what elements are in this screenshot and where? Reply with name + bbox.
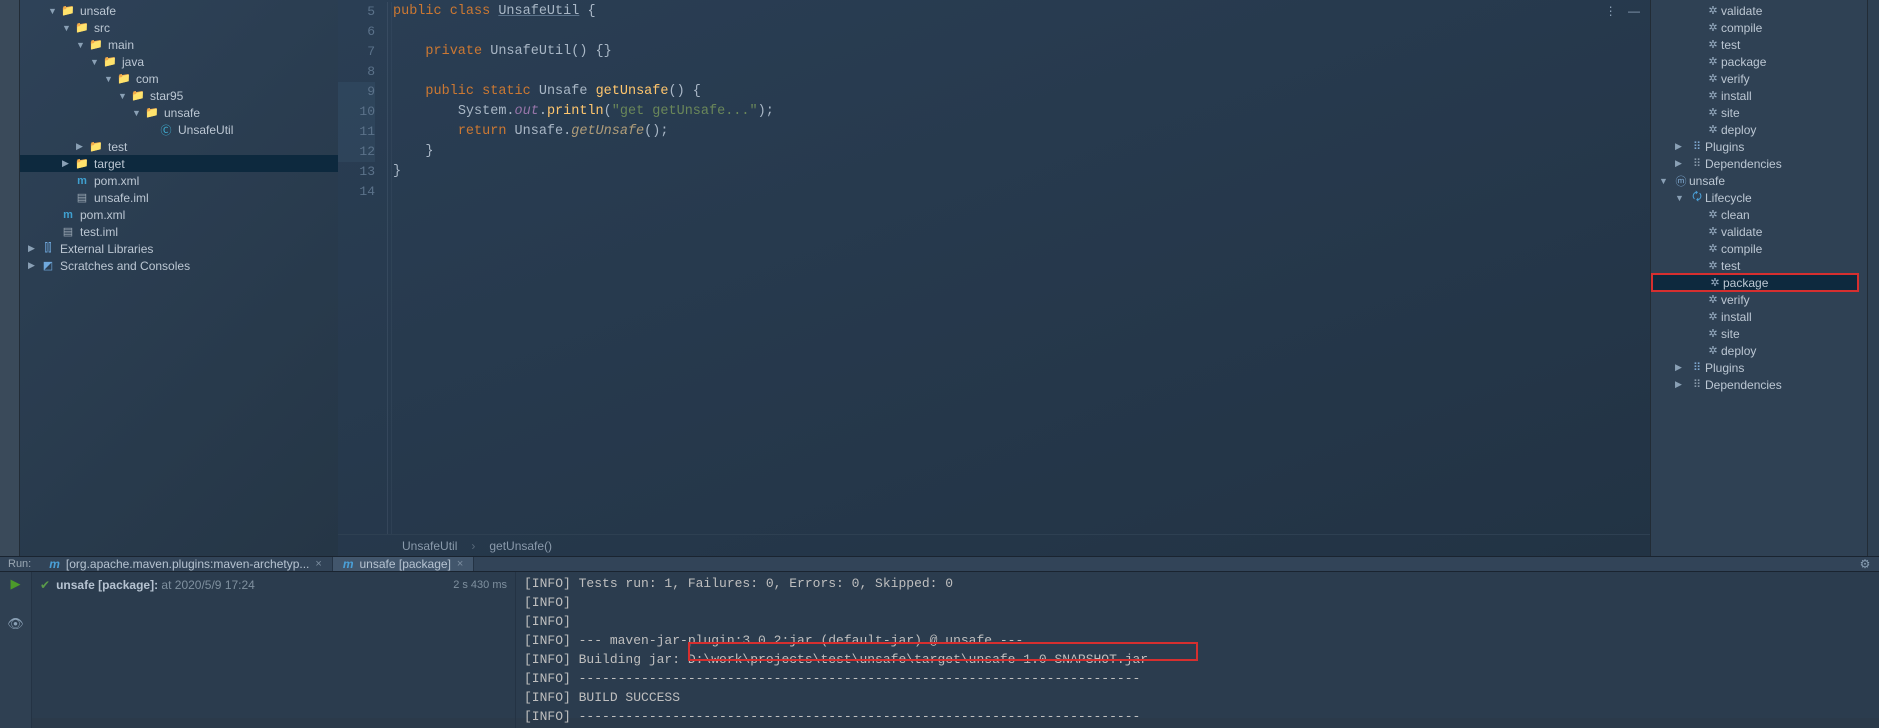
maven-node-plugins[interactable]: ▶⠿Plugins	[1651, 138, 1867, 155]
project-tree[interactable]: ▼📁unsafe▼📁src▼📁main▼📁java▼📁com▼📁star95▼📁…	[20, 0, 338, 556]
maven-goal-site[interactable]: ✲site	[1651, 104, 1867, 121]
close-icon[interactable]: ×	[315, 558, 321, 570]
maven-goal-install[interactable]: ✲install	[1651, 308, 1867, 325]
breadcrumb[interactable]: UnsafeUtil › getUnsafe()	[338, 534, 1650, 556]
maven-icon: m	[343, 557, 354, 571]
maven-goal-validate[interactable]: ✲validate	[1651, 2, 1867, 19]
tree-item-src[interactable]: ▼📁src	[20, 19, 338, 36]
tree-item-unsafe[interactable]: ▼📁unsafe	[20, 104, 338, 121]
tree-item-target[interactable]: ▶📁target	[20, 155, 338, 172]
tree-item-unsafe-iml[interactable]: ▤unsafe.iml	[20, 189, 338, 206]
tree-item-pom-xml[interactable]: mpom.xml	[20, 172, 338, 189]
tree-item-main[interactable]: ▼📁main	[20, 36, 338, 53]
maven-goal-verify[interactable]: ✲verify	[1651, 291, 1867, 308]
success-icon: ✔	[40, 578, 50, 592]
run-tab-label: unsafe [package]	[360, 557, 451, 571]
close-icon[interactable]: ×	[457, 558, 463, 570]
maven-goal-install[interactable]: ✲install	[1651, 87, 1867, 104]
run-tree-timestamp: at 2020/5/9 17:24	[158, 578, 255, 592]
maven-goal-validate[interactable]: ✲validate	[1651, 223, 1867, 240]
tree-item-com[interactable]: ▼📁com	[20, 70, 338, 87]
code-area[interactable]: public class UnsafeUtil { private Unsafe…	[393, 0, 774, 534]
maven-goal-site[interactable]: ✲site	[1651, 325, 1867, 342]
maven-icon: m	[49, 557, 60, 571]
run-tool-window: Run: m [org.apache.maven.plugins:maven-a…	[0, 556, 1879, 718]
run-tab[interactable]: m [org.apache.maven.plugins:maven-archet…	[39, 557, 333, 571]
show-icon[interactable]: 👁	[7, 616, 24, 632]
tree-item-unsafeutil[interactable]: ⒸUnsafeUtil	[20, 121, 338, 138]
maven-goal-compile[interactable]: ✲compile	[1651, 19, 1867, 36]
editor-pane: ⋮ — 567891011121314 public class UnsafeU…	[338, 0, 1650, 556]
breadcrumb-sep: ›	[471, 539, 475, 553]
maven-node-dependencies[interactable]: ▶⠿Dependencies	[1651, 155, 1867, 172]
run-tabbar[interactable]: Run: m [org.apache.maven.plugins:maven-a…	[0, 557, 1879, 572]
run-tab-label: [org.apache.maven.plugins:maven-archetyp…	[66, 557, 309, 571]
tool-window-stripe-right[interactable]	[1867, 0, 1879, 556]
tree-item-external-libraries[interactable]: ▶⫿⫿External Libraries	[20, 240, 338, 257]
rerun-icon[interactable]: ▶	[11, 576, 21, 592]
tree-item-star95[interactable]: ▼📁star95	[20, 87, 338, 104]
maven-goal-package-highlighted[interactable]: ✲package	[1651, 273, 1859, 292]
breadcrumb-item[interactable]: UnsafeUtil	[402, 539, 457, 553]
maven-goal-clean[interactable]: ✲clean	[1651, 206, 1867, 223]
tree-item-pom-xml[interactable]: mpom.xml	[20, 206, 338, 223]
maven-goal-package[interactable]: ✲package	[1651, 53, 1867, 70]
tree-item-java[interactable]: ▼📁java	[20, 53, 338, 70]
settings-icon[interactable]: ⚙	[1851, 557, 1879, 571]
run-toolbar[interactable]: ▶ 👁	[0, 572, 32, 728]
maven-node-dependencies[interactable]: ▶⠿Dependencies	[1651, 376, 1867, 393]
maven-node-unsafe[interactable]: ▼ⓜunsafe	[1651, 172, 1867, 189]
tree-item-test-iml[interactable]: ▤test.iml	[20, 223, 338, 240]
run-tree[interactable]: ✔ unsafe [package]: at 2020/5/9 17:24 2 …	[32, 572, 516, 728]
maven-goal-verify[interactable]: ✲verify	[1651, 70, 1867, 87]
tree-item-test[interactable]: ▶📁test	[20, 138, 338, 155]
tool-window-stripe-left[interactable]	[0, 0, 20, 556]
run-tab[interactable]: m unsafe [package] ×	[333, 557, 475, 571]
breadcrumb-item[interactable]: getUnsafe()	[489, 539, 552, 553]
maven-node-plugins[interactable]: ▶⠿Plugins	[1651, 359, 1867, 376]
line-gutter[interactable]: 567891011121314	[338, 0, 393, 534]
tree-item-unsafe[interactable]: ▼📁unsafe	[20, 2, 338, 19]
run-tree-title: unsafe [package]:	[56, 578, 158, 592]
run-label: Run:	[0, 557, 39, 571]
maven-goal-test[interactable]: ✲test	[1651, 257, 1867, 274]
run-tree-duration: 2 s 430 ms	[453, 579, 507, 591]
maven-goal-deploy[interactable]: ✲deploy	[1651, 342, 1867, 359]
maven-goal-deploy[interactable]: ✲deploy	[1651, 121, 1867, 138]
maven-goal-compile[interactable]: ✲compile	[1651, 240, 1867, 257]
tree-item-scratches-and-consoles[interactable]: ▶◩Scratches and Consoles	[20, 257, 338, 274]
maven-goal-test[interactable]: ✲test	[1651, 36, 1867, 53]
maven-panel[interactable]: ✲validate✲compile✲test✲package✲verify✲in…	[1650, 0, 1867, 556]
maven-node-lifecycle[interactable]: ▼🗘Lifecycle	[1651, 189, 1867, 206]
console-output[interactable]: [INFO] Tests run: 1, Failures: 0, Errors…	[516, 572, 1879, 728]
